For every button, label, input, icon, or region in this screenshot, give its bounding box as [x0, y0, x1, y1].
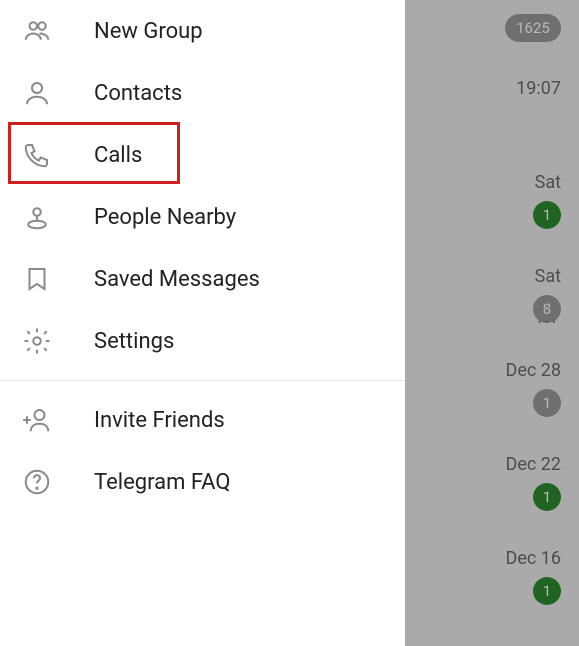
menu-label: New Group: [94, 19, 203, 44]
menu-item-faq[interactable]: Telegram FAQ: [0, 451, 405, 513]
chat-row[interactable]: 19:07: [516, 78, 561, 99]
menu-item-invite-friends[interactable]: Invite Friends: [0, 389, 405, 451]
chat-row[interactable]: Dec 22 1: [506, 454, 561, 511]
chat-time: 19:07: [516, 78, 561, 99]
menu-item-people-nearby[interactable]: People Nearby: [0, 186, 405, 248]
chat-row[interactable]: Dec 28 1: [506, 360, 561, 417]
menu-label: Saved Messages: [94, 267, 260, 292]
unread-badge: 1: [533, 483, 561, 511]
unread-badge: 1625: [505, 14, 561, 42]
chat-row[interactable]: ... Sat 8: [533, 266, 561, 323]
bookmark-icon: [22, 264, 94, 294]
chat-time: Sat: [535, 172, 561, 193]
menu-item-contacts[interactable]: Contacts: [0, 62, 405, 124]
menu-item-settings[interactable]: Settings: [0, 310, 405, 372]
chat-list-background: 1625 19:07 Sat 1 ... Sat 8 Dec 28 1 Dec …: [405, 0, 579, 646]
menu-divider: [0, 380, 405, 381]
menu-label: Telegram FAQ: [94, 470, 231, 495]
menu-label: Calls: [94, 143, 142, 168]
menu-label: Contacts: [94, 81, 182, 106]
chat-time: Dec 28: [506, 360, 561, 381]
chat-time: Dec 22: [506, 454, 561, 475]
chat-row[interactable]: Dec 16 1: [506, 548, 561, 605]
menu-label: Invite Friends: [94, 408, 225, 433]
person-add-icon: [22, 405, 94, 435]
chat-time: Dec 16: [506, 548, 561, 569]
person-icon: [22, 78, 94, 108]
menu-item-saved-messages[interactable]: Saved Messages: [0, 248, 405, 310]
menu-item-new-group[interactable]: New Group: [0, 0, 405, 62]
chat-row[interactable]: Sat 1: [533, 172, 561, 229]
side-drawer: New Group Contacts Calls People Nearby: [0, 0, 405, 646]
unread-badge: 1: [533, 577, 561, 605]
menu-label: People Nearby: [94, 205, 236, 230]
menu-label: Settings: [94, 329, 174, 354]
menu-item-calls[interactable]: Calls: [0, 124, 405, 186]
chat-preview-dots: ...: [537, 304, 559, 328]
unread-badge: 1: [533, 389, 561, 417]
people-nearby-icon: [22, 202, 94, 232]
gear-icon: [22, 326, 94, 356]
group-icon: [22, 16, 94, 46]
unread-badge: 1: [533, 201, 561, 229]
chat-time: Sat: [535, 266, 561, 287]
chat-row[interactable]: 1625: [505, 6, 561, 42]
phone-icon: [22, 140, 94, 170]
help-icon: [22, 467, 94, 497]
